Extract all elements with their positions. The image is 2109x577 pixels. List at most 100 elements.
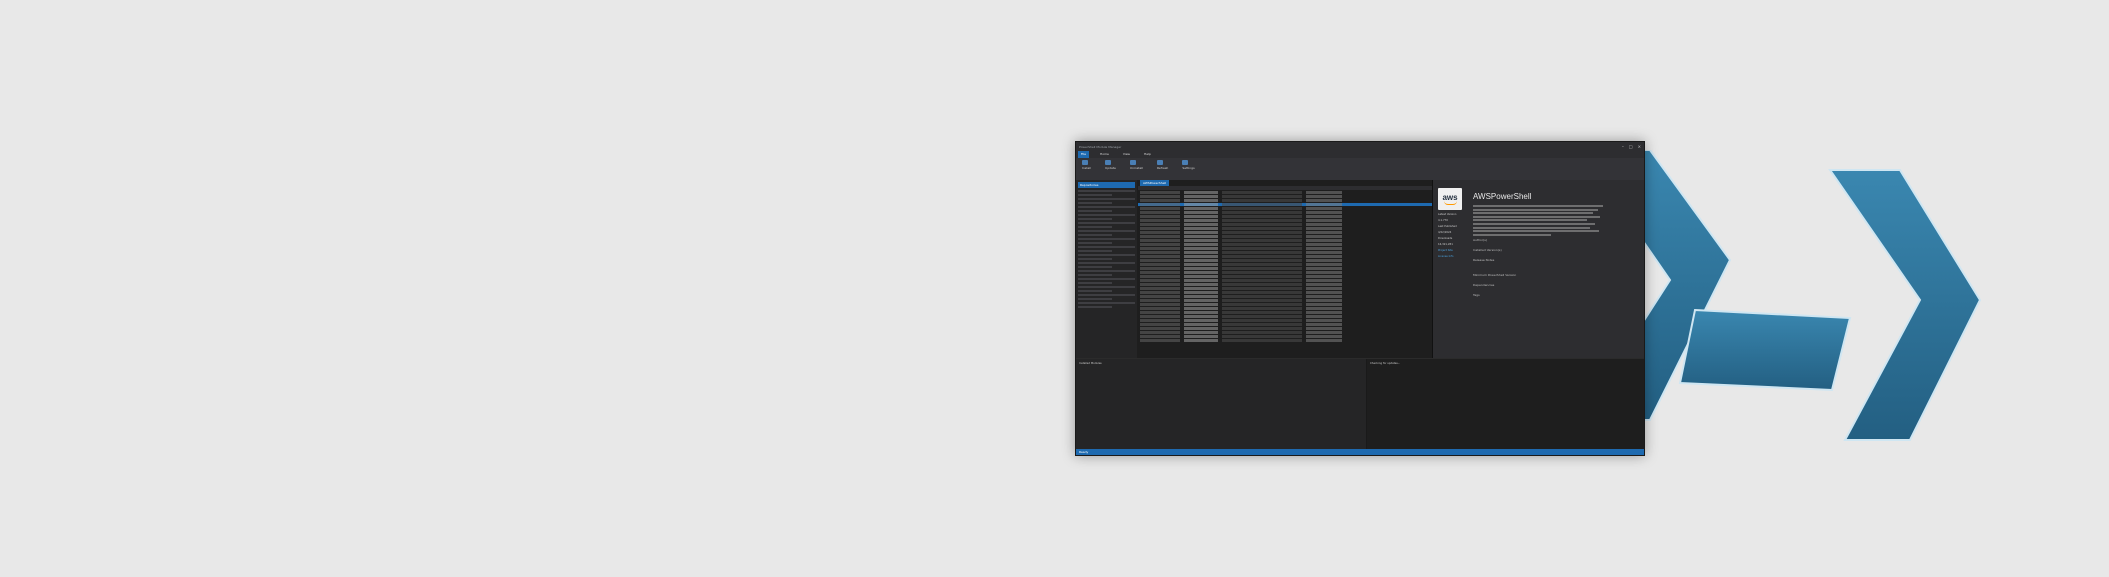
- table-row[interactable]: [1138, 215, 1432, 218]
- table-cell: [1184, 219, 1218, 222]
- sidebar-item[interactable]: [1078, 226, 1113, 228]
- table-row[interactable]: [1138, 207, 1432, 210]
- table-row[interactable]: [1138, 279, 1432, 282]
- sidebar-item[interactable]: [1078, 194, 1113, 196]
- table-row[interactable]: [1138, 203, 1432, 206]
- table-cell: [1306, 207, 1342, 210]
- meta-label: Last Published: [1438, 225, 1457, 228]
- sidebar-item[interactable]: [1078, 238, 1135, 240]
- table-cell: [1140, 335, 1180, 338]
- table-row[interactable]: [1138, 231, 1432, 234]
- table-row[interactable]: [1138, 247, 1432, 250]
- table-row[interactable]: [1138, 223, 1432, 226]
- table-row[interactable]: [1138, 255, 1432, 258]
- table-cell: [1222, 339, 1302, 342]
- table-row[interactable]: [1138, 331, 1432, 334]
- table-row[interactable]: [1138, 267, 1432, 270]
- license-link[interactable]: License Info: [1438, 255, 1468, 258]
- table-row[interactable]: [1138, 311, 1432, 314]
- sidebar-item[interactable]: [1078, 262, 1135, 264]
- sidebar-item[interactable]: [1078, 230, 1135, 232]
- sidebar-item[interactable]: [1078, 270, 1135, 272]
- sidebar-item[interactable]: [1078, 278, 1135, 280]
- tab-view[interactable]: View: [1120, 151, 1133, 158]
- sidebar-item[interactable]: [1078, 266, 1113, 268]
- table-cell: [1140, 311, 1180, 314]
- table-row[interactable]: [1138, 239, 1432, 242]
- sidebar-item[interactable]: [1078, 282, 1113, 284]
- refresh-button[interactable]: Refresh: [1156, 160, 1168, 182]
- table-row[interactable]: [1138, 307, 1432, 310]
- table-row[interactable]: [1138, 303, 1432, 306]
- sidebar-title[interactable]: Repositories: [1078, 182, 1135, 188]
- table-row[interactable]: [1138, 235, 1432, 238]
- sidebar-item[interactable]: [1078, 290, 1113, 292]
- sidebar-item[interactable]: [1078, 294, 1135, 296]
- tab-help[interactable]: Help: [1141, 151, 1154, 158]
- table-cell: [1222, 291, 1302, 294]
- sidebar-item[interactable]: [1078, 298, 1113, 300]
- ribbon-tabs: File Home View Help: [1076, 151, 1644, 158]
- table-row[interactable]: [1138, 295, 1432, 298]
- table-row[interactable]: [1138, 339, 1432, 342]
- sidebar-item[interactable]: [1078, 210, 1113, 212]
- settings-button[interactable]: Settings: [1182, 160, 1195, 182]
- table-row[interactable]: [1138, 299, 1432, 302]
- sidebar-item[interactable]: [1078, 234, 1113, 236]
- sidebar-item[interactable]: [1078, 222, 1135, 224]
- table-row[interactable]: [1138, 275, 1432, 278]
- table-row[interactable]: [1138, 291, 1432, 294]
- sidebar-item[interactable]: [1078, 274, 1113, 276]
- table-row[interactable]: [1138, 227, 1432, 230]
- sidebar-item[interactable]: [1078, 190, 1135, 192]
- table-row[interactable]: [1138, 335, 1432, 338]
- table-row[interactable]: [1138, 263, 1432, 266]
- sidebar-item[interactable]: [1078, 242, 1113, 244]
- close-icon[interactable]: ×: [1638, 144, 1641, 149]
- table-cell: [1306, 255, 1342, 258]
- table-cell: [1184, 255, 1218, 258]
- project-site-link[interactable]: Project Site: [1438, 249, 1468, 252]
- table-row[interactable]: [1138, 327, 1432, 330]
- update-button[interactable]: Update: [1105, 160, 1116, 182]
- table-cell: [1222, 223, 1302, 226]
- sidebar-item[interactable]: [1078, 306, 1113, 308]
- minimize-icon[interactable]: –: [1622, 144, 1624, 149]
- module-name: AWSPowerShell: [1473, 192, 1532, 201]
- table-row[interactable]: [1138, 251, 1432, 254]
- table-row[interactable]: [1138, 283, 1432, 286]
- table-row[interactable]: [1138, 219, 1432, 222]
- table-row[interactable]: [1138, 199, 1432, 202]
- tab-file[interactable]: File: [1078, 151, 1090, 158]
- window-controls: – □ ×: [1622, 144, 1641, 149]
- sidebar-item[interactable]: [1078, 218, 1113, 220]
- sidebar-item[interactable]: [1078, 254, 1135, 256]
- sidebar-item[interactable]: [1078, 250, 1113, 252]
- table-row[interactable]: [1138, 195, 1432, 198]
- sidebar-item[interactable]: [1078, 202, 1113, 204]
- tab-home[interactable]: Home: [1097, 151, 1112, 158]
- table-row[interactable]: [1138, 319, 1432, 322]
- maximize-icon[interactable]: □: [1629, 144, 1633, 149]
- title-bar: PowerShell Module Manager – □ ×: [1076, 142, 1644, 151]
- sidebar-item[interactable]: [1078, 198, 1135, 200]
- sidebar-item[interactable]: [1078, 206, 1135, 208]
- table-row[interactable]: [1138, 211, 1432, 214]
- sidebar-item[interactable]: [1078, 246, 1135, 248]
- sidebar-item[interactable]: [1078, 258, 1113, 260]
- table-row[interactable]: [1138, 259, 1432, 262]
- uninstall-button[interactable]: Uninstall: [1129, 160, 1143, 182]
- table-row[interactable]: [1138, 243, 1432, 246]
- sidebar-item[interactable]: [1078, 214, 1135, 216]
- install-button[interactable]: Install: [1082, 160, 1091, 182]
- sidebar-item[interactable]: [1078, 286, 1135, 288]
- table-cell: [1222, 259, 1302, 262]
- table-row[interactable]: [1138, 323, 1432, 326]
- detail-pane: aws AWSPowerShell Latest Version 4.1.770…: [1433, 180, 1644, 358]
- table-row[interactable]: [1138, 287, 1432, 290]
- sidebar-item[interactable]: [1078, 302, 1135, 304]
- table-cell: [1222, 199, 1302, 202]
- table-row[interactable]: [1138, 191, 1432, 194]
- table-row[interactable]: [1138, 315, 1432, 318]
- table-row[interactable]: [1138, 271, 1432, 274]
